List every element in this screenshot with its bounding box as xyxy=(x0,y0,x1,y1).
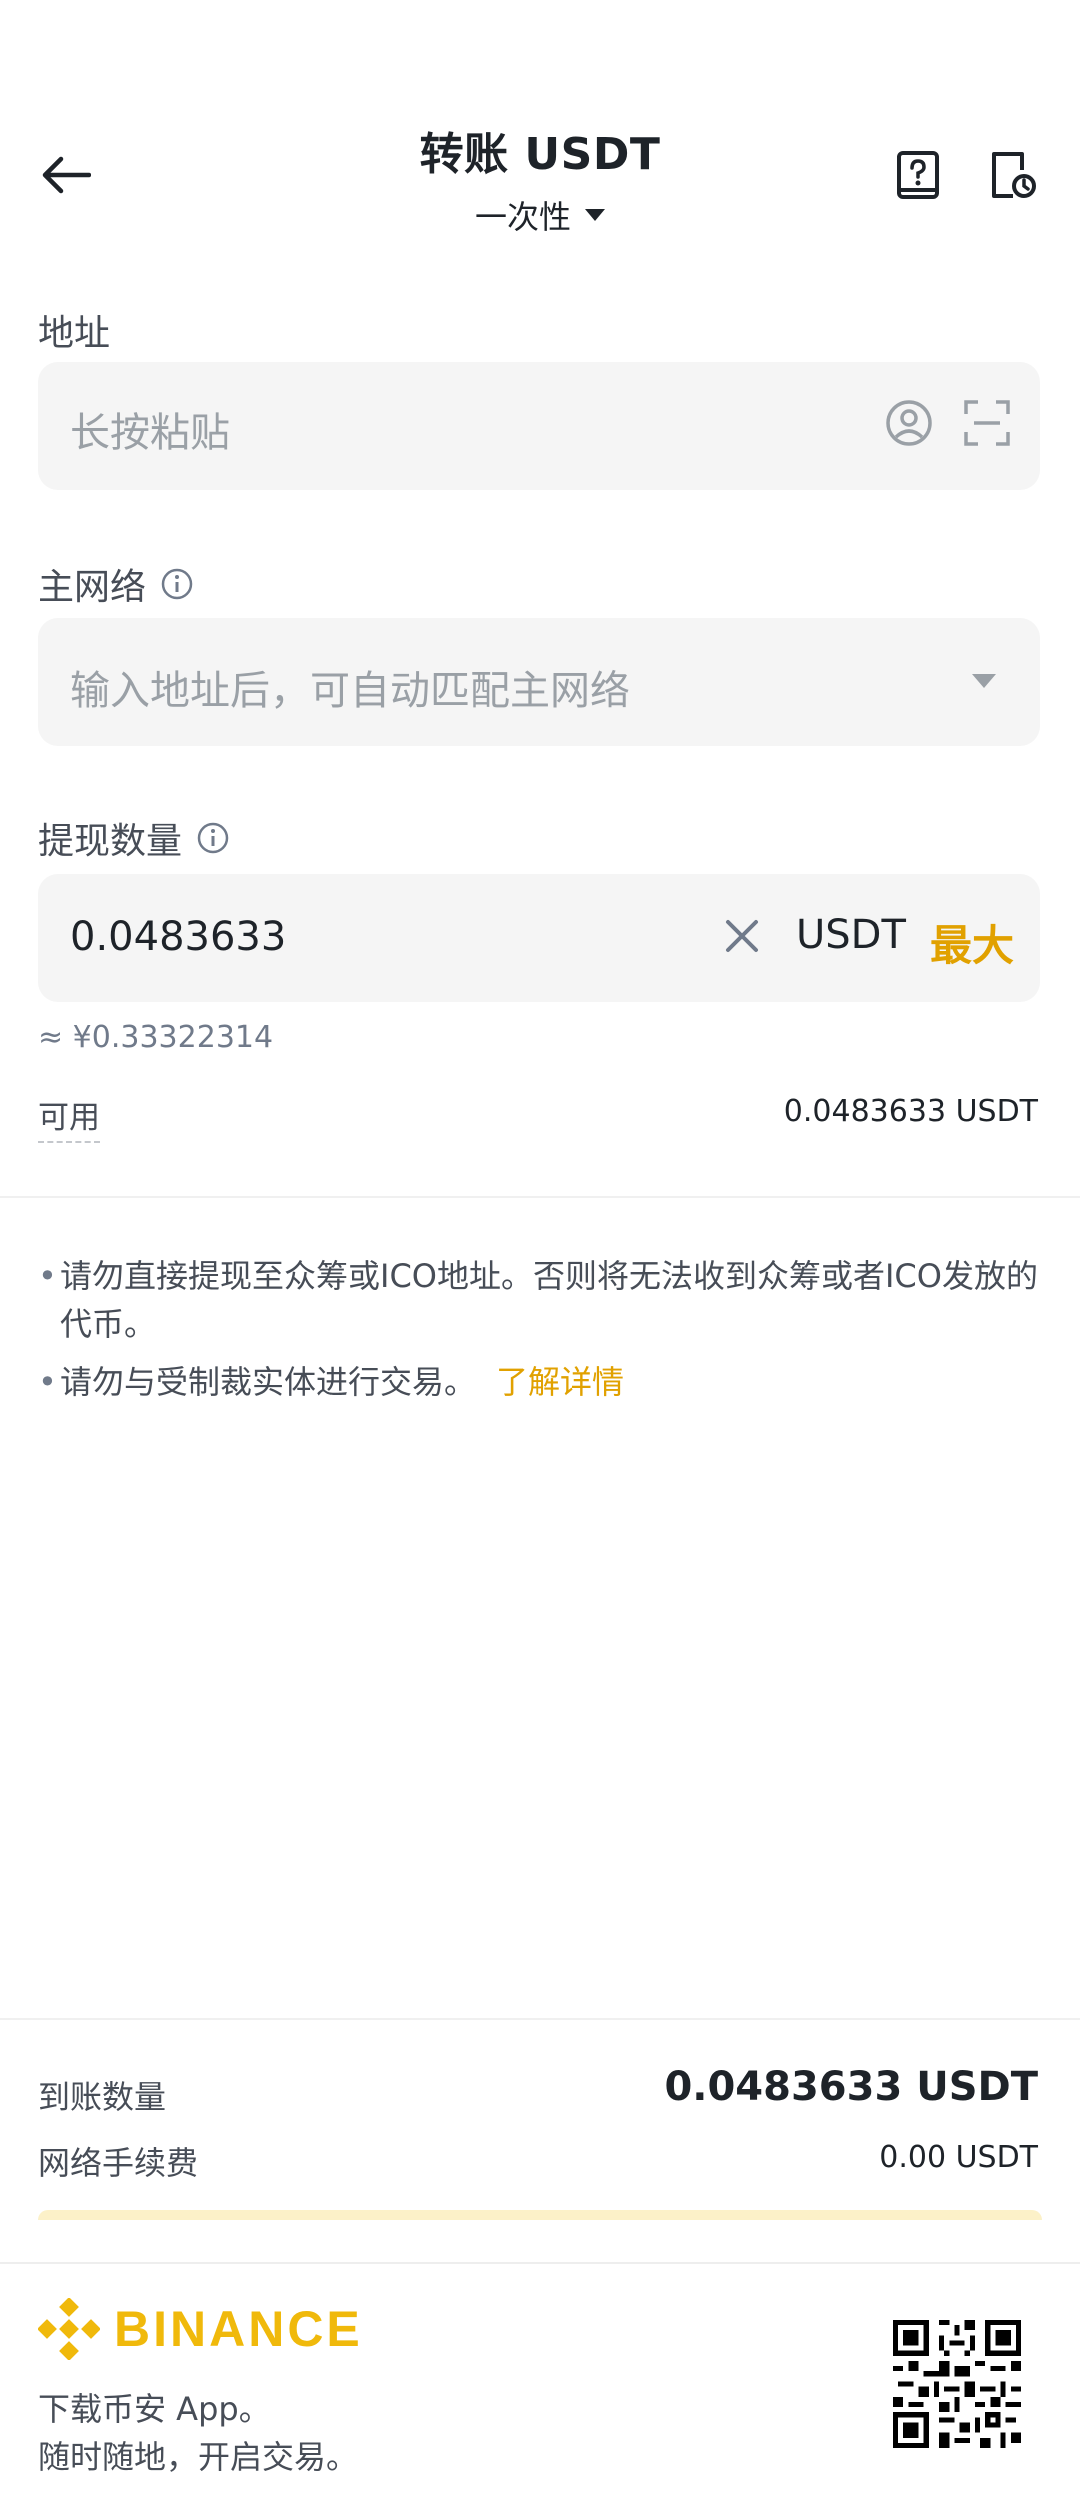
help-book-icon xyxy=(897,151,939,199)
learn-more-link[interactable]: 了解详情 xyxy=(496,1358,624,1406)
network-select[interactable]: 输入地址后，可自动匹配主网络 xyxy=(38,618,1040,746)
available-value: 0.0483633 USDT xyxy=(783,1094,1038,1129)
dropdown-caret-icon xyxy=(972,674,996,688)
address-field[interactable]: 长按粘贴 xyxy=(38,362,1040,490)
amount-field[interactable]: 0.0483633 USDT 最大 xyxy=(38,874,1040,1002)
close-icon xyxy=(726,920,758,952)
network-label: 主网络 xyxy=(38,567,147,608)
divider xyxy=(0,2018,1080,2020)
address-book-icon xyxy=(886,400,932,446)
notice-item: • 请勿与受制裁实体进行交易。 了解详情 xyxy=(38,1358,1042,1406)
scan-icon xyxy=(964,400,1010,446)
transfer-mode-label: 一次性 xyxy=(474,198,571,236)
address-book-button[interactable] xyxy=(884,398,934,452)
network-fee-value: 0.00 USDT xyxy=(879,2140,1038,2175)
history-button[interactable] xyxy=(985,148,1041,204)
help-guide-button[interactable] xyxy=(890,148,946,204)
address-label: 地址 xyxy=(38,313,111,354)
amount-input[interactable]: 0.0483633 xyxy=(70,914,286,960)
binance-logo: BINANCE xyxy=(38,2298,363,2360)
brand-name: BINANCE xyxy=(114,2301,363,2357)
amount-label-row: 提现数量 xyxy=(38,812,230,864)
withdraw-button-edge[interactable] xyxy=(38,2210,1042,2220)
footer-line-1: 下载币安 App。 xyxy=(38,2390,271,2428)
fiat-estimate: ≈ ¥0.33322314 xyxy=(38,1020,274,1055)
binance-logo-icon xyxy=(38,2298,100,2360)
info-icon[interactable] xyxy=(160,567,194,601)
network-fee-label: 网络手续费 xyxy=(38,2144,199,2182)
divider xyxy=(0,1196,1080,1198)
amount-currency: USDT xyxy=(796,912,906,958)
network-placeholder: 输入地址后，可自动匹配主网络 xyxy=(70,668,630,714)
amount-label: 提现数量 xyxy=(38,821,183,862)
footer-line-2: 随时随地，开启交易。 xyxy=(38,2438,359,2476)
bullet: • xyxy=(38,1363,57,1401)
caret-down-icon xyxy=(585,209,605,221)
info-icon[interactable] xyxy=(196,821,230,855)
scan-button[interactable] xyxy=(962,398,1012,452)
bullet: • xyxy=(38,1257,57,1295)
max-button[interactable]: 最大 xyxy=(930,912,1014,973)
address-placeholder: 长按粘贴 xyxy=(70,410,230,456)
notice-text: 请勿与受制裁实体进行交易。 xyxy=(60,1363,477,1401)
available-label[interactable]: 可用 xyxy=(38,1092,100,1143)
receive-amount-value: 0.0483633 USDT xyxy=(664,2064,1038,2110)
notice-text: 请勿直接提现至众筹或ICO地址。否则将无法收到众筹或者ICO发放的代币。 xyxy=(60,1257,1038,1343)
clear-button[interactable] xyxy=(722,916,762,960)
notice-item: • 请勿直接提现至众筹或ICO地址。否则将无法收到众筹或者ICO发放的代币。 xyxy=(38,1252,1042,1348)
network-label-row: 主网络 xyxy=(38,558,194,610)
qr-code xyxy=(893,2320,1021,2448)
receive-amount-label: 到账数量 xyxy=(38,2078,167,2116)
history-document-icon xyxy=(992,152,1036,198)
